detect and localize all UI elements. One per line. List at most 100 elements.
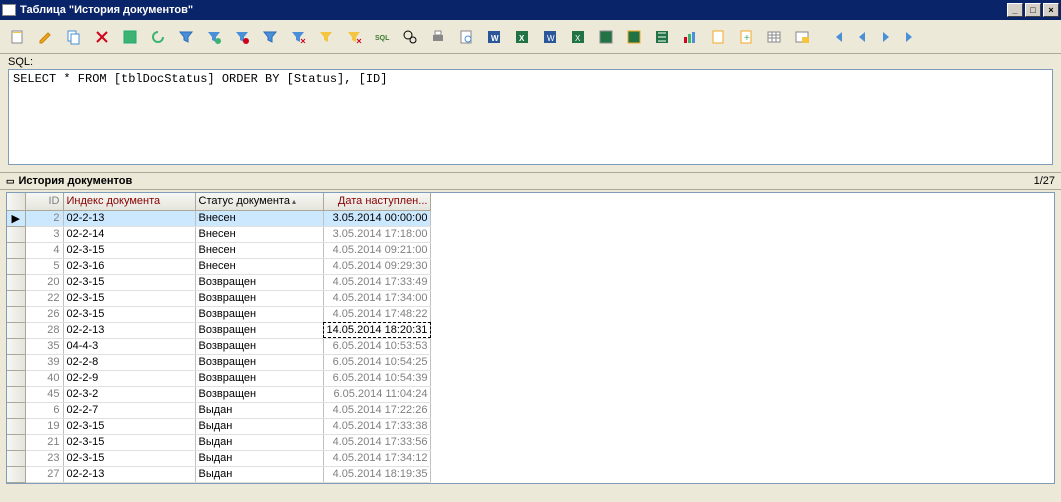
preview-icon[interactable] xyxy=(454,25,478,49)
cell-date[interactable]: 6.05.2014 11:04:24 xyxy=(323,386,431,402)
cell-id[interactable]: 4 xyxy=(25,242,63,258)
table-row[interactable]: 402-3-15Внесен4.05.2014 09:21:00 xyxy=(7,242,431,258)
nav-first-icon[interactable] xyxy=(828,27,848,47)
cell-status[interactable]: Выдан xyxy=(195,418,323,434)
cell-index[interactable]: 02-3-2 xyxy=(63,386,195,402)
row-indicator[interactable] xyxy=(7,450,25,466)
table-row[interactable]: 302-2-14Внесен3.05.2014 17:18:00 xyxy=(7,226,431,242)
cell-status[interactable]: Возвращен xyxy=(195,370,323,386)
table-row[interactable]: 2702-2-13Выдан4.05.2014 18:19:35 xyxy=(7,466,431,482)
row-indicator[interactable] xyxy=(7,338,25,354)
cell-date[interactable]: 4.05.2014 17:34:00 xyxy=(323,290,431,306)
cell-status[interactable]: Возвращен xyxy=(195,274,323,290)
cell-status[interactable]: Выдан xyxy=(195,402,323,418)
table-row[interactable]: 4502-3-2Возвращен6.05.2014 11:04:24 xyxy=(7,386,431,402)
cell-index[interactable]: 02-3-15 xyxy=(63,418,195,434)
cell-index[interactable]: 02-3-15 xyxy=(63,434,195,450)
table-row[interactable]: 602-2-7Выдан4.05.2014 17:22:26 xyxy=(7,402,431,418)
cell-index[interactable]: 02-2-9 xyxy=(63,370,195,386)
filter-clear-icon[interactable] xyxy=(286,25,310,49)
row-indicator[interactable] xyxy=(7,466,25,482)
table-icon[interactable] xyxy=(762,25,786,49)
cell-status[interactable]: Возвращен xyxy=(195,322,323,338)
grid-collapse-icon[interactable]: ▭ xyxy=(6,176,15,187)
row-indicator[interactable] xyxy=(7,482,25,484)
row-indicator[interactable] xyxy=(7,434,25,450)
cell-status[interactable]: Внесен xyxy=(195,258,323,274)
table-folder-icon[interactable] xyxy=(790,25,814,49)
cell-id[interactable]: 23 xyxy=(25,450,63,466)
cell-index[interactable]: 02-3-16 xyxy=(63,258,195,274)
filter-icon[interactable] xyxy=(174,25,198,49)
close-button[interactable]: × xyxy=(1043,3,1059,17)
cell-date[interactable]: 4.05.2014 17:33:49 xyxy=(323,274,431,290)
table-row[interactable]: 3504-4-3Возвращен6.05.2014 10:53:53 xyxy=(7,338,431,354)
cell-date[interactable]: 4.05.2014 09:21:00 xyxy=(323,242,431,258)
table-row[interactable]: ▶202-2-13Внесен3.05.2014 00:00:00 xyxy=(7,210,431,226)
sql-input[interactable] xyxy=(8,69,1053,165)
row-indicator[interactable] xyxy=(7,322,25,338)
cell-id[interactable]: 20 xyxy=(25,274,63,290)
cell-index[interactable]: 02-3-14 xyxy=(63,482,195,484)
table-row[interactable]: 2302-3-15Выдан4.05.2014 17:34:12 xyxy=(7,450,431,466)
cell-status[interactable]: Возвращен xyxy=(195,290,323,306)
nav-last-icon[interactable] xyxy=(900,27,920,47)
cell-date[interactable]: 4.05.2014 17:22:26 xyxy=(323,402,431,418)
row-indicator[interactable] xyxy=(7,402,25,418)
cell-id[interactable]: 21 xyxy=(25,434,63,450)
table-row[interactable]: 2602-3-15Возвращен4.05.2014 17:48:22 xyxy=(7,306,431,322)
cell-index[interactable]: 02-2-14 xyxy=(63,226,195,242)
cell-index[interactable]: 02-2-7 xyxy=(63,402,195,418)
column-header-index[interactable]: Индекс документа xyxy=(63,193,195,210)
cell-status[interactable]: Выдан xyxy=(195,434,323,450)
cell-date[interactable]: 4.05.2014 17:34:12 xyxy=(323,450,431,466)
nav-next-icon[interactable] xyxy=(876,27,896,47)
cell-id[interactable]: 3 xyxy=(25,226,63,242)
cell-status[interactable]: Возвращен xyxy=(195,306,323,322)
table-row[interactable]: 2902-3-14Выдан4.05.2014 18:27:53 xyxy=(7,482,431,484)
cell-date[interactable]: 6.05.2014 10:54:39 xyxy=(323,370,431,386)
cell-date[interactable]: 4.05.2014 18:27:53 xyxy=(323,482,431,484)
cell-status[interactable]: Выдан xyxy=(195,450,323,466)
copy-icon[interactable] xyxy=(62,25,86,49)
cell-date[interactable]: 3.05.2014 00:00:00 xyxy=(323,210,431,226)
row-indicator[interactable] xyxy=(7,386,25,402)
new-icon[interactable] xyxy=(6,25,30,49)
cell-status[interactable]: Внесен xyxy=(195,226,323,242)
cell-date[interactable]: 4.05.2014 17:33:38 xyxy=(323,418,431,434)
doc-yellow-icon[interactable] xyxy=(706,25,730,49)
cell-id[interactable]: 40 xyxy=(25,370,63,386)
doc-plus-icon[interactable]: + xyxy=(734,25,758,49)
cell-date[interactable]: 6.05.2014 10:53:53 xyxy=(323,338,431,354)
cell-index[interactable]: 02-3-15 xyxy=(63,450,195,466)
export-word2-icon[interactable]: W xyxy=(538,25,562,49)
cell-date[interactable]: 4.05.2014 17:48:22 xyxy=(323,306,431,322)
row-indicator[interactable] xyxy=(7,258,25,274)
column-header-status[interactable]: Статус документа▴ xyxy=(195,193,323,210)
table-row[interactable]: 2802-2-13Возвращен14.05.2014 18:20:31 xyxy=(7,322,431,338)
table-row[interactable]: 3902-2-8Возвращен6.05.2014 10:54:25 xyxy=(7,354,431,370)
cell-date[interactable]: 4.05.2014 09:29:30 xyxy=(323,258,431,274)
cell-id[interactable]: 2 xyxy=(25,210,63,226)
print-icon[interactable] xyxy=(426,25,450,49)
cell-status[interactable]: Возвращен xyxy=(195,386,323,402)
cell-date[interactable]: 4.05.2014 18:19:35 xyxy=(323,466,431,482)
export-word-icon[interactable]: W xyxy=(482,25,506,49)
nav-prev-icon[interactable] xyxy=(852,27,872,47)
export-excel3-icon[interactable] xyxy=(594,25,618,49)
cell-status[interactable]: Возвращен xyxy=(195,338,323,354)
table-row[interactable]: 4002-2-9Возвращен6.05.2014 10:54:39 xyxy=(7,370,431,386)
export-excel-icon[interactable]: X xyxy=(510,25,534,49)
minimize-button[interactable]: _ xyxy=(1007,3,1023,17)
cell-id[interactable]: 5 xyxy=(25,258,63,274)
table-row[interactable]: 2202-3-15Возвращен4.05.2014 17:34:00 xyxy=(7,290,431,306)
export-excel2-icon[interactable]: X xyxy=(566,25,590,49)
row-indicator[interactable] xyxy=(7,274,25,290)
delete-icon[interactable] xyxy=(90,25,114,49)
table-row[interactable]: 1902-3-15Выдан4.05.2014 17:33:38 xyxy=(7,418,431,434)
cell-status[interactable]: Возвращен xyxy=(195,354,323,370)
cell-id[interactable]: 19 xyxy=(25,418,63,434)
cell-status[interactable]: Внесен xyxy=(195,210,323,226)
row-indicator[interactable] xyxy=(7,290,25,306)
cell-id[interactable]: 6 xyxy=(25,402,63,418)
